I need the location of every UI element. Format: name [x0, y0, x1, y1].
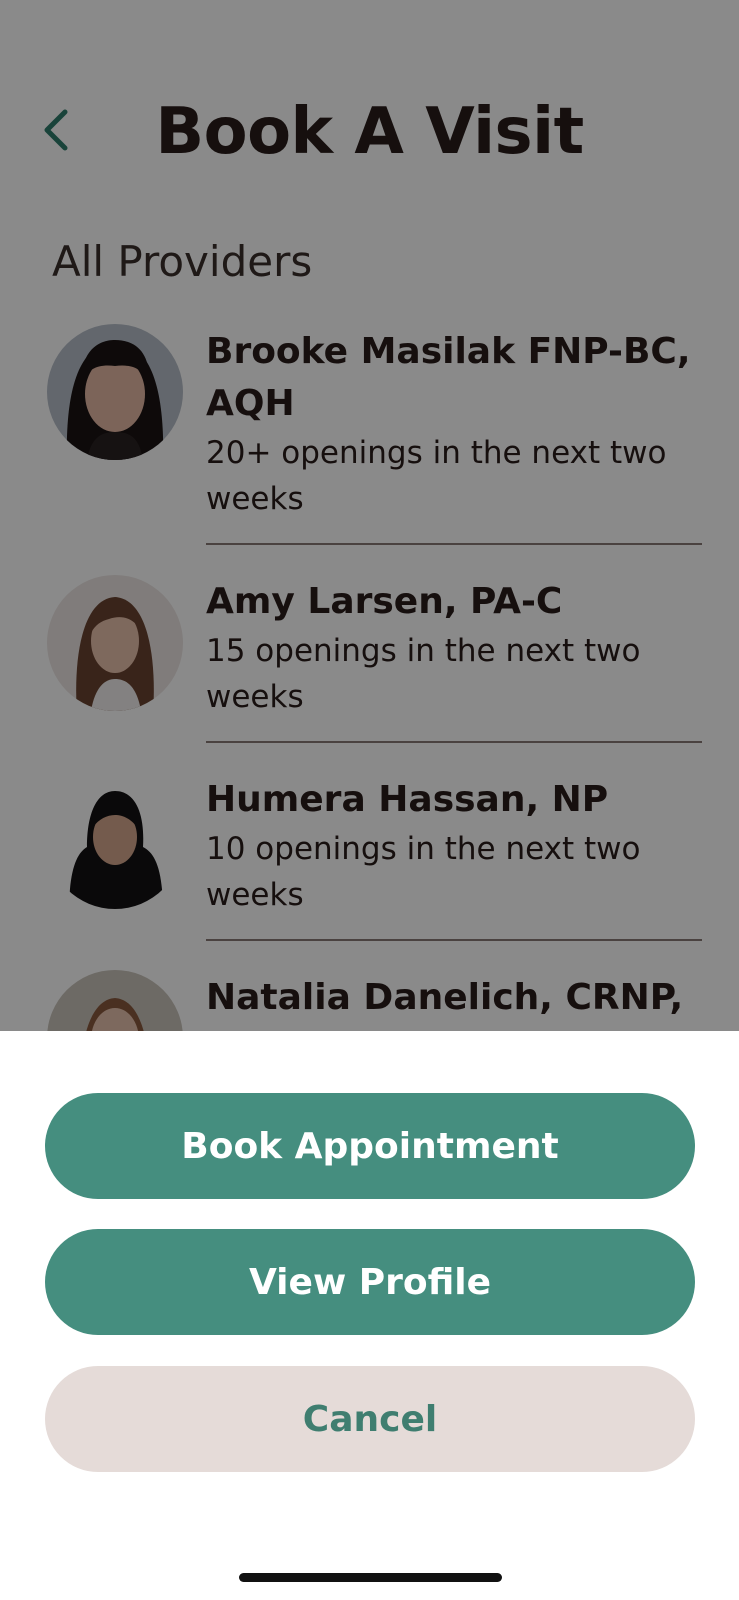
- home-indicator[interactable]: [239, 1573, 502, 1582]
- view-profile-button[interactable]: View Profile: [45, 1229, 695, 1335]
- book-appointment-button[interactable]: Book Appointment: [45, 1093, 695, 1199]
- action-sheet: Book Appointment View Profile Cancel: [0, 1031, 739, 1600]
- cancel-button[interactable]: Cancel: [45, 1366, 695, 1472]
